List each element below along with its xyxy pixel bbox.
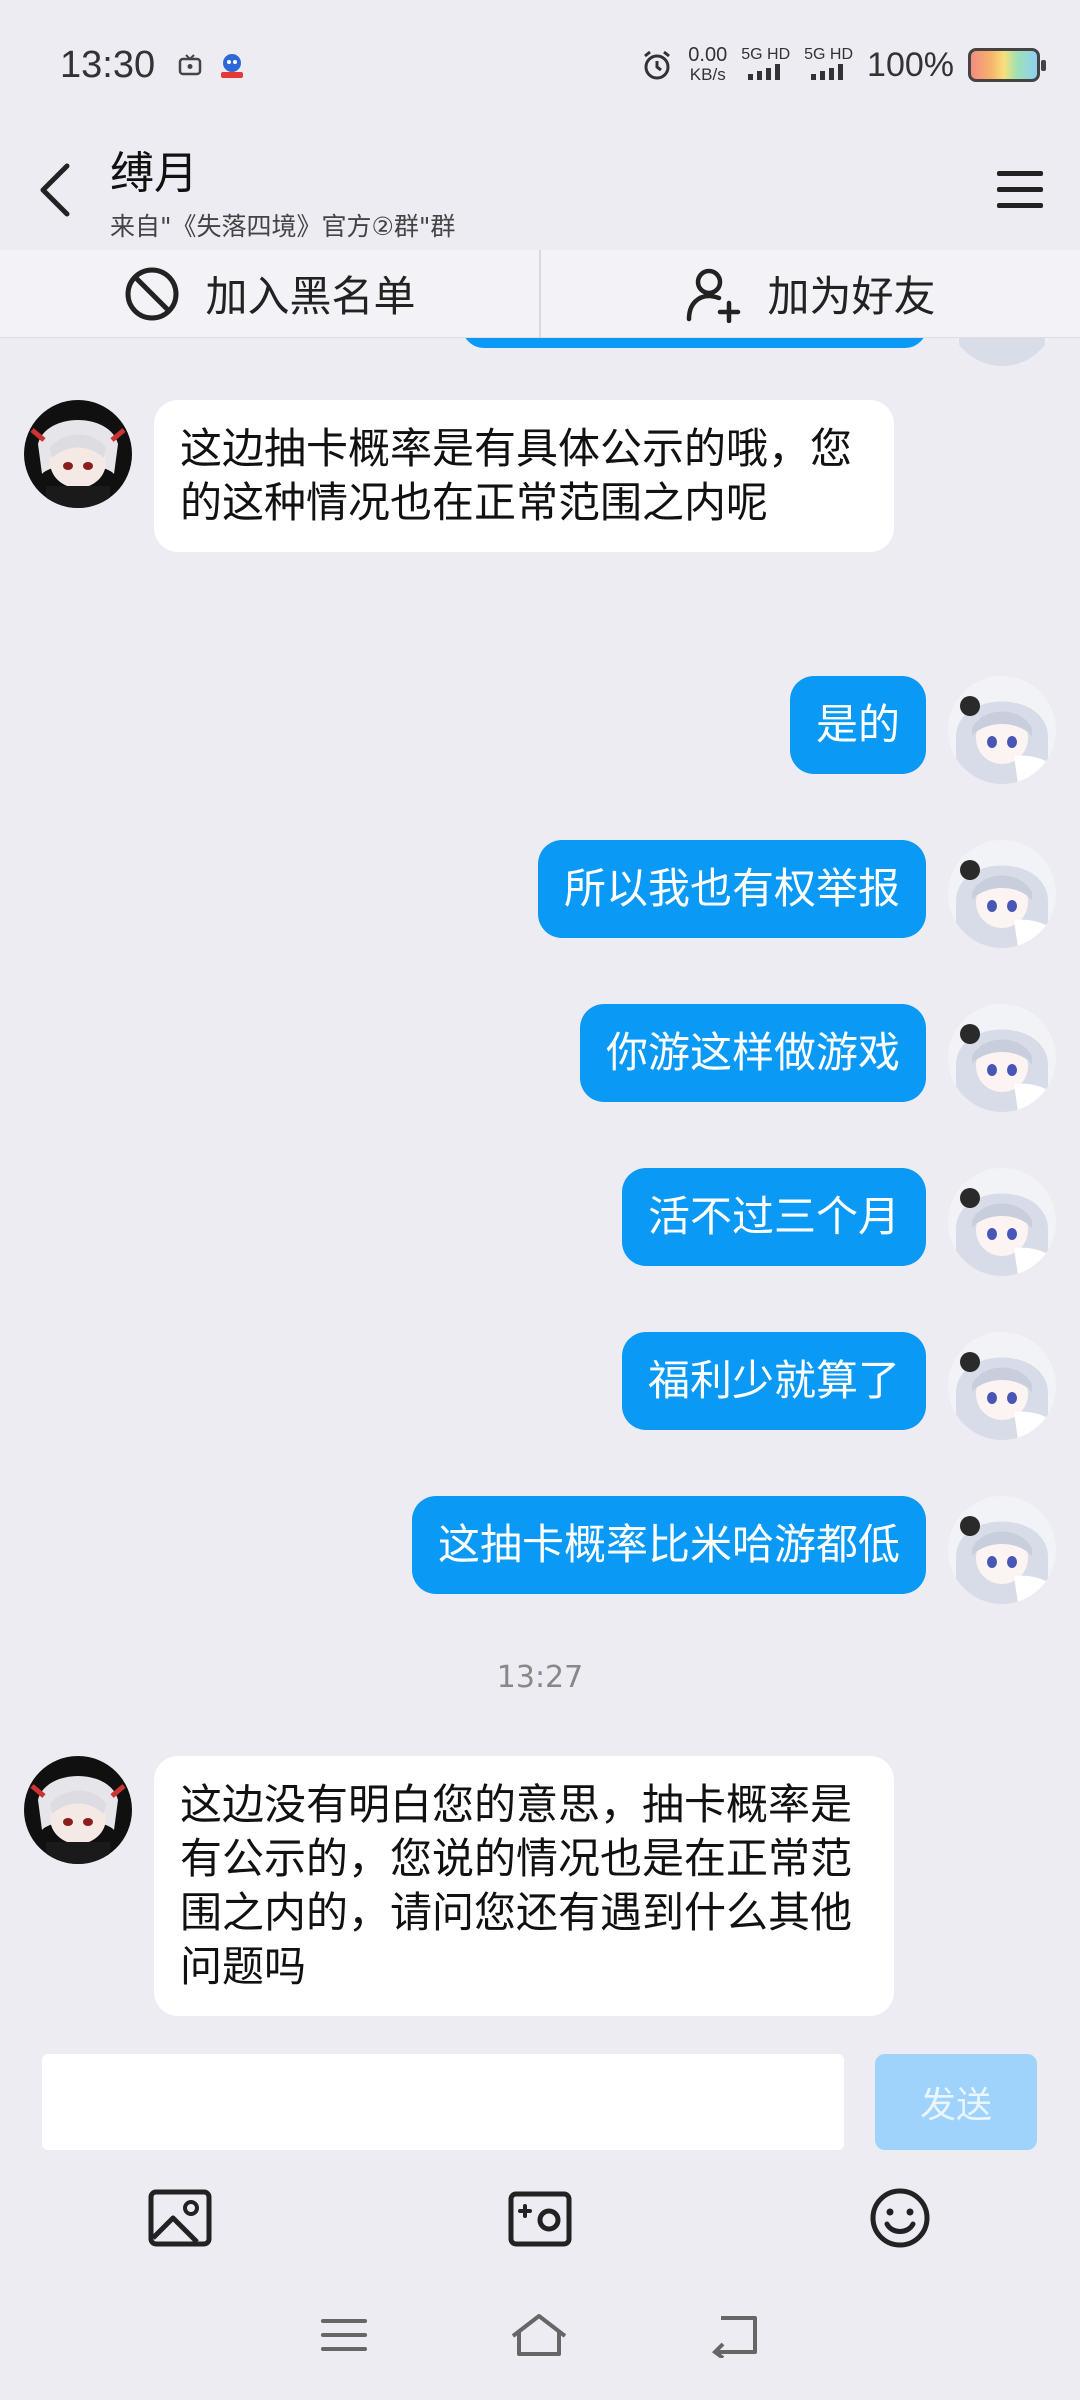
message-item: 福利少就算了 [621, 1332, 1056, 1440]
recents-icon[interactable] [319, 2315, 369, 2355]
message-item: 这边抽卡概率是有具体公示的哦，您的这种情况也在正常范围之内呢 [24, 400, 894, 552]
message-bubble[interactable]: 你游这样做游戏 [579, 1004, 926, 1102]
my-avatar[interactable] [948, 1004, 1056, 1112]
message-item: 是的 [789, 676, 1056, 784]
signal-label-1: 5G HD [741, 45, 791, 63]
message-bubble[interactable]: 所以我也有权举报 [537, 840, 926, 938]
status-bar: 13:30 0.00 KB/s 5G HD 5G HD 100% [0, 0, 1080, 130]
status-time: 13:30 [60, 43, 156, 86]
network-speed-unit: KB/s [689, 65, 726, 84]
block-button[interactable]: 加入黑名单 [0, 250, 539, 337]
message-item: 这边没有明白您的意思，抽卡概率是有公示的，您说的情况也是在正常范围之内的，请问您… [24, 1756, 894, 2016]
chat-header: 缚月 来自"《失落四境》官方②群"群 [0, 130, 1080, 250]
contact-avatar[interactable] [24, 1756, 132, 1864]
previous-message-bubble[interactable] [462, 338, 927, 348]
album-button[interactable] [0, 2168, 360, 2268]
emoji-button[interactable] [720, 2168, 1080, 2268]
menu-button[interactable] [960, 130, 1080, 250]
signal-icon [747, 63, 780, 80]
camera-button[interactable] [360, 2168, 720, 2268]
block-icon [125, 267, 179, 320]
message-bubble[interactable]: 这抽卡概率比米哈游都低 [411, 1496, 926, 1594]
my-avatar[interactable] [948, 840, 1056, 948]
camera-icon [508, 2191, 572, 2247]
message-timestamp: 13:27 [496, 1660, 584, 1695]
my-avatar[interactable] [948, 338, 1056, 366]
chevron-left-icon [40, 163, 70, 217]
my-avatar[interactable] [948, 1496, 1056, 1604]
message-bubble[interactable]: 这边没有明白您的意思，抽卡概率是有公示的，您说的情况也是在正常范围之内的，请问您… [154, 1756, 894, 2016]
message-bubble[interactable]: 福利少就算了 [621, 1332, 926, 1430]
alarm-icon [644, 50, 671, 80]
message-bubble[interactable]: 活不过三个月 [621, 1168, 926, 1266]
network-speed-value: 0.00 [688, 44, 728, 66]
block-label: 加入黑名单 [205, 272, 416, 321]
add-user-icon [687, 268, 741, 323]
chat-messages[interactable]: 这边抽卡概率是有具体公示的哦，您的这种情况也在正常范围之内呢 是的 所以我也有权… [0, 338, 1080, 2038]
battery-icon [968, 48, 1046, 82]
add-friend-label: 加为好友 [767, 272, 936, 321]
contact-name: 缚月 [110, 148, 198, 199]
message-item: 所以我也有权举报 [537, 840, 1056, 948]
home-icon[interactable] [509, 2310, 569, 2360]
battery-percent: 100% [867, 45, 954, 84]
image-icon [148, 2189, 212, 2247]
signal-label-2: 5G HD [804, 45, 854, 63]
system-nav-bar [0, 2270, 1080, 2400]
hamburger-menu-icon [997, 171, 1043, 208]
message-bubble[interactable]: 是的 [789, 676, 926, 774]
contact-avatar[interactable] [24, 400, 132, 508]
my-avatar[interactable] [948, 676, 1056, 784]
emoji-icon [870, 2188, 930, 2248]
message-item: 活不过三个月 [621, 1168, 1056, 1276]
message-item: 这抽卡概率比米哈游都低 [411, 1496, 1056, 1604]
input-tools [0, 2168, 1080, 2268]
signal-icon-2 [810, 63, 843, 80]
contact-source: 来自"《失落四境》官方②群"群 [110, 212, 456, 241]
app-notification-icon [221, 54, 244, 78]
stranger-actions-bar: 加入黑名单 加为好友 [0, 250, 1080, 338]
back-nav-icon[interactable] [709, 2312, 761, 2358]
back-button[interactable] [0, 130, 110, 250]
my-avatar[interactable] [948, 1332, 1056, 1440]
message-bubble[interactable]: 这边抽卡概率是有具体公示的哦，您的这种情况也在正常范围之内呢 [154, 400, 894, 552]
my-avatar[interactable] [948, 1168, 1056, 1276]
add-friend-button[interactable]: 加为好友 [541, 250, 1080, 337]
tv-icon [178, 54, 202, 76]
message-item: 你游这样做游戏 [579, 1004, 1056, 1112]
send-button[interactable]: 发送 [875, 2054, 1037, 2150]
message-input[interactable] [42, 2054, 844, 2150]
input-bar: 发送 [0, 2038, 1080, 2168]
